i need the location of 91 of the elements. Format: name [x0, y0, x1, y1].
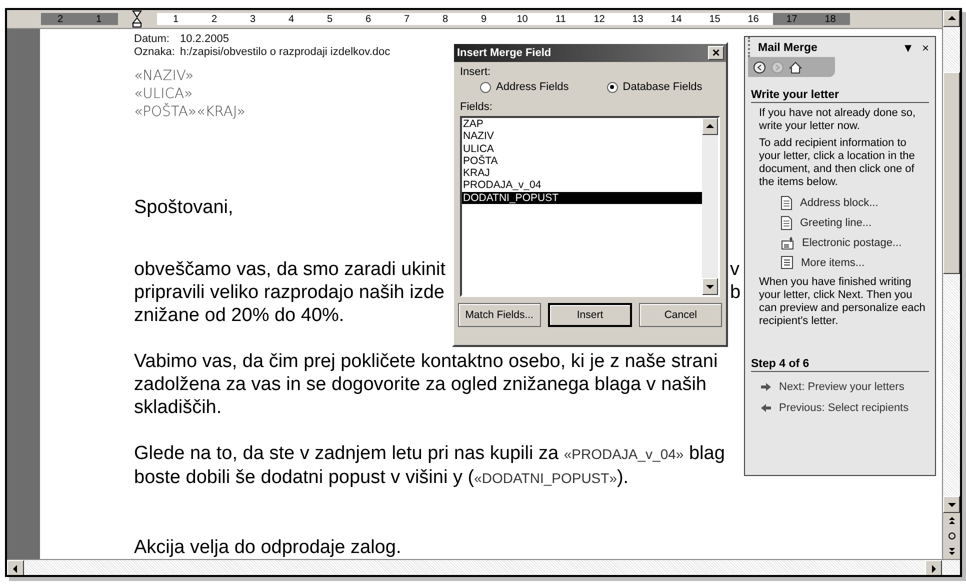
- horizontal-scrollbar[interactable]: [7, 559, 960, 575]
- pane-title: Mail Merge: [758, 42, 818, 54]
- postage-icon: [781, 236, 794, 250]
- ruler-number: 7: [402, 14, 411, 24]
- paragraph-fragment: v: [730, 258, 740, 281]
- pane-close-button[interactable]: ×: [922, 41, 929, 55]
- ruler-number: 12: [592, 14, 606, 24]
- scroll-down-button[interactable]: [702, 278, 718, 295]
- ruler-number: 8: [441, 14, 450, 24]
- ruler-number: 15: [708, 14, 722, 24]
- ruler-number: 1: [172, 14, 180, 24]
- pane-link[interactable]: Greeting line...: [800, 217, 872, 229]
- fields-label: Fields:: [459, 100, 494, 113]
- scroll-down-button[interactable]: [943, 496, 960, 513]
- field-item[interactable]: KRAJ: [462, 167, 702, 180]
- document-icon: [781, 196, 792, 210]
- document-icon: [781, 216, 792, 230]
- field-item[interactable]: NAZIV: [462, 130, 702, 143]
- paragraph-fragment: b: [730, 281, 741, 304]
- ruler-number: 6: [364, 14, 372, 24]
- merge-field: «POŠTA»«KRAJ»: [134, 103, 246, 121]
- ruler-number: 16: [746, 14, 760, 24]
- left-arrow-icon: [761, 404, 771, 412]
- back-icon[interactable]: [753, 60, 766, 74]
- previous-page-icon[interactable]: [948, 516, 956, 526]
- pane-menu-button[interactable]: ▼: [902, 41, 914, 55]
- header-label: Datum:: [134, 33, 170, 46]
- dialog-button[interactable]: Insert: [548, 303, 632, 327]
- scroll-right-button[interactable]: [925, 560, 942, 575]
- radio-option[interactable]: Address Fields: [480, 81, 569, 93]
- ruler-number: 11: [554, 14, 567, 24]
- ruler-number: 2: [56, 14, 64, 24]
- ruler-number: 9: [480, 14, 488, 24]
- ruler-number: 5: [326, 14, 334, 24]
- header-label: Oznaka:: [134, 46, 176, 59]
- ruler-number: 13: [631, 14, 644, 24]
- ruler-number: 1: [94, 14, 103, 24]
- ruler-number: 4: [287, 14, 296, 24]
- paragraph-line: znižane od 20% do 40%.: [134, 304, 344, 327]
- list-icon: [781, 256, 793, 269]
- dialog-title: Insert Merge Field: [457, 47, 552, 59]
- merge-field: «NAZIV»: [134, 67, 194, 85]
- header-value: 10.2.2005: [180, 33, 229, 46]
- right-arrow-icon: [761, 383, 771, 391]
- dialog-button[interactable]: Cancel: [639, 303, 722, 327]
- ruler-number: 3: [248, 14, 257, 24]
- radio-option[interactable]: Database Fields: [606, 81, 702, 93]
- ruler-number: 2: [210, 14, 218, 24]
- field-item[interactable]: ZAP: [462, 118, 702, 130]
- field-item[interactable]: PRODAJA_v_04: [462, 179, 702, 192]
- paragraph-line: Vabimo vas, da čim prej pokličete kontaktno osebo, ki je z naše strani: [134, 350, 718, 373]
- pane-link[interactable]: More items...: [801, 256, 865, 268]
- paragraph-line: pripravili veliko razprodajo naših izde: [134, 281, 444, 304]
- paragraph-line: skladiščih.: [134, 396, 222, 419]
- scroll-left-button[interactable]: [7, 560, 24, 575]
- ruler-number: 10: [516, 14, 529, 24]
- section-heading: Write your letter: [751, 89, 929, 103]
- pane-link[interactable]: Address block...: [800, 197, 878, 209]
- pane-text: To add recipient information to your letter, click a location in the document, and then click one of the items below.: [758, 136, 916, 189]
- header-value: h:/zapisi/obvestilo o razprodaji izdelkov.doc: [180, 46, 390, 59]
- field-item[interactable]: POŠTA: [462, 154, 702, 168]
- ruler-number: 18: [824, 14, 837, 24]
- field-item[interactable]: ULICA: [462, 142, 702, 155]
- insert-label: Insert:: [459, 65, 492, 78]
- vertical-scrollbar[interactable]: [942, 10, 960, 559]
- paragraph-line: Glede na to, da ste v zadnjem letu pri nas kupili za «PRODAJA_v_04» blag: [134, 442, 725, 466]
- scroll-thumb[interactable]: [943, 72, 960, 274]
- ruler-number: 17: [785, 14, 798, 24]
- home-icon[interactable]: [789, 60, 802, 74]
- scroll-up-button[interactable]: [702, 118, 718, 135]
- field-item[interactable]: DODATNI_POPUST: [462, 192, 702, 204]
- pane-text: If you have not already done so, write your letter now.: [758, 106, 917, 133]
- pane-link[interactable]: Next: Preview your letters: [779, 381, 904, 393]
- salutation: Spoštovani,: [134, 197, 234, 219]
- paragraph-line: zadolžena za vas in se dogovorite za ogled znižanega blaga v naših: [134, 373, 706, 396]
- scroll-up-button[interactable]: [943, 10, 960, 27]
- indent-marker-icon[interactable]: [132, 10, 142, 28]
- pane-link[interactable]: Previous: Select recipients: [779, 402, 909, 414]
- browse-object-icon[interactable]: [948, 532, 956, 540]
- paragraph-line: Akcija velja do odprodaje zalog.: [134, 536, 402, 559]
- pane-link[interactable]: Electronic postage...: [802, 237, 902, 249]
- step-heading: Step 4 of 6: [751, 358, 929, 372]
- next-page-icon[interactable]: [948, 546, 956, 556]
- pane-text: When you have finished writing your letter, click Next. Then you can preview and personalize each recipient's letter.: [758, 275, 926, 328]
- paragraph-line: obveščamo vas, da smo zaradi ukinit: [134, 258, 446, 281]
- close-button[interactable]: ×: [708, 46, 724, 60]
- fields-list[interactable]: ZAP NAZIV ULICA POŠTA KRAJ PRODAJA_v_04 DODATNI_POPUST: [460, 116, 720, 297]
- ruler-number: 14: [670, 14, 683, 24]
- merge-field: «ULICA»: [134, 85, 193, 103]
- dialog-button[interactable]: Match Fields...: [458, 303, 541, 327]
- paragraph-line: boste dobili še dodatni popust v višini y («DODATNI_POPUST»).: [134, 466, 629, 490]
